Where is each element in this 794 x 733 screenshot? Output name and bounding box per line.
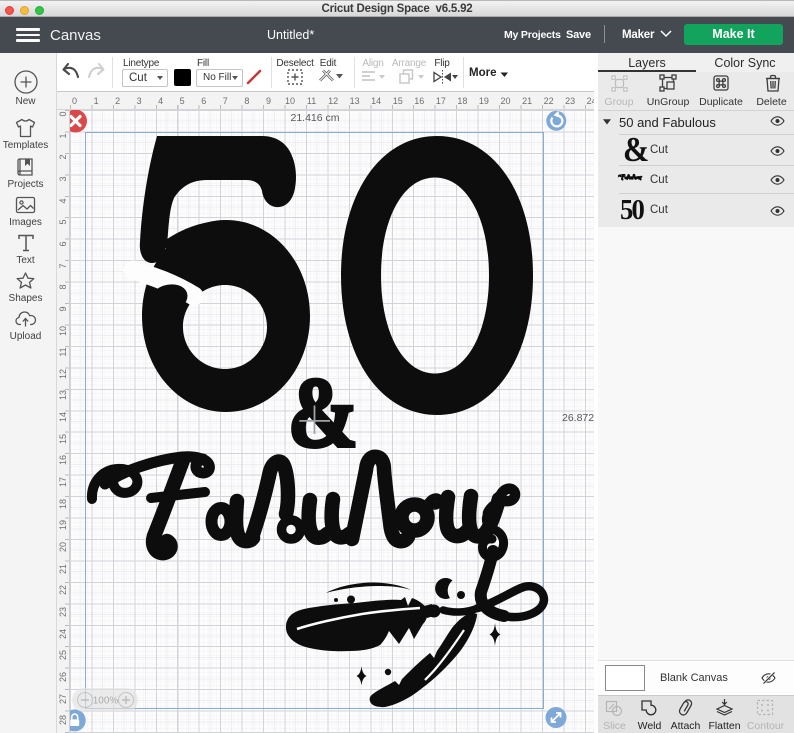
svg-text:&: & — [288, 357, 358, 467]
svg-text:100%: 100% — [93, 696, 119, 707]
